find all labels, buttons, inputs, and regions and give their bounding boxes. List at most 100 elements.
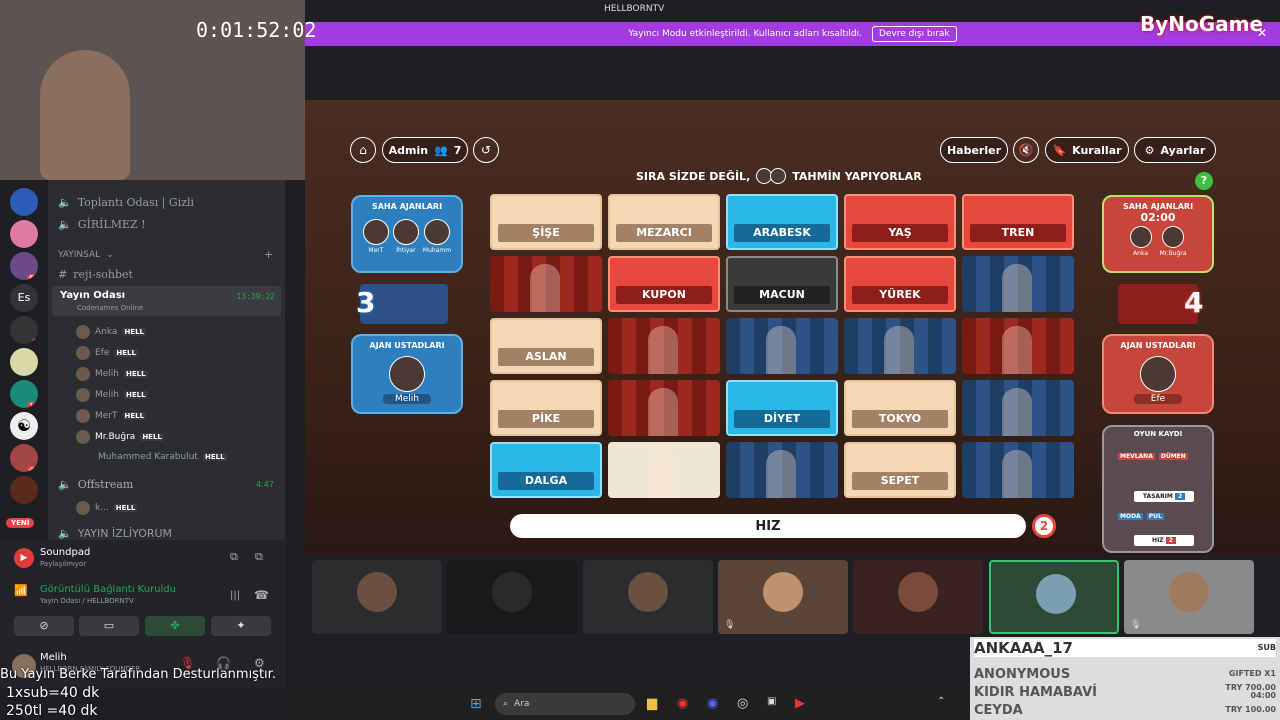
word-card[interactable] bbox=[962, 318, 1074, 374]
active-voice-channel[interactable]: Yayın Odası Codenames Online 13:39:22 bbox=[52, 286, 281, 316]
word-card[interactable]: MACUN bbox=[726, 256, 838, 312]
new-badge[interactable]: YENİ bbox=[6, 518, 35, 528]
card-word: KUPON bbox=[616, 286, 712, 304]
game-log-panel[interactable]: OYUN KAYDI MEVLANA DÜMEN TASARIM 2 MODA PU… bbox=[1102, 425, 1214, 553]
word-card[interactable] bbox=[608, 442, 720, 498]
word-card[interactable] bbox=[962, 380, 1074, 436]
voice-user[interactable]: Melih HELL bbox=[76, 367, 148, 381]
close-icon[interactable]: ✕ bbox=[1257, 26, 1267, 40]
word-card[interactable]: PİKE bbox=[490, 380, 602, 436]
participant-video[interactable]: 🎙 bbox=[718, 560, 848, 634]
word-card[interactable]: TOKYO bbox=[844, 380, 956, 436]
word-card[interactable] bbox=[726, 442, 838, 498]
chrome-icon[interactable]: ◉ bbox=[677, 696, 688, 711]
category-header[interactable]: YAYINSAL ⌄ bbox=[58, 250, 114, 260]
windows-start-icon[interactable]: ⊞ bbox=[470, 696, 482, 712]
users-icon: 👥 bbox=[434, 143, 448, 157]
word-board: ŞİŞE MEZARCI ARABESK YAŞ TREN KUPON MACUN YÜREK… bbox=[490, 194, 1080, 504]
word-card[interactable]: ASLAN bbox=[490, 318, 602, 374]
news-button[interactable]: Haberler bbox=[940, 137, 1008, 163]
sound-off-icon[interactable]: 🔇 bbox=[1013, 137, 1039, 163]
add-channel-icon[interactable]: + bbox=[264, 248, 273, 261]
voice-channel[interactable]: 🔈 Offstream bbox=[58, 478, 133, 491]
steam-icon[interactable]: ◎ bbox=[737, 696, 748, 711]
word-card[interactable] bbox=[608, 380, 720, 436]
server-icon[interactable]: 66 bbox=[10, 252, 38, 280]
admin-button[interactable]: Admin 👥 7 bbox=[382, 137, 468, 163]
server-icon[interactable] bbox=[10, 476, 38, 504]
home-icon[interactable]: ⌂ bbox=[350, 137, 376, 163]
word-card[interactable]: SEPET bbox=[844, 442, 956, 498]
category-label: YAYINSAL bbox=[58, 250, 101, 260]
screen-share-icon[interactable]: ⧉ bbox=[230, 550, 238, 564]
word-card[interactable]: KUPON bbox=[608, 256, 720, 312]
sub-name: ANKAAA_17 bbox=[974, 639, 1073, 657]
word-card[interactable]: MEZARCI bbox=[608, 194, 720, 250]
server-icon[interactable] bbox=[10, 220, 38, 248]
voice-user[interactable]: Efe HELL bbox=[76, 346, 138, 360]
chevron-up-icon[interactable]: ⌃ bbox=[937, 696, 945, 707]
voice-channel[interactable]: 🔈 GİRİLMEZ ! bbox=[58, 218, 146, 231]
rules-button[interactable]: 🔖 Kurallar bbox=[1045, 137, 1129, 163]
popout-icon[interactable]: ⧉ bbox=[255, 550, 263, 564]
word-card[interactable] bbox=[844, 318, 956, 374]
activity-button[interactable]: ✤ bbox=[145, 616, 205, 636]
word-card[interactable]: ARABESK bbox=[726, 194, 838, 250]
epic-icon[interactable]: ▣ bbox=[767, 696, 776, 707]
connection-title[interactable]: Görüntülü Bağlantı Kuruldu bbox=[40, 584, 176, 595]
folder-icon[interactable]: ▆ bbox=[647, 696, 657, 711]
word-card[interactable]: YÜREK bbox=[844, 256, 956, 312]
voice-user[interactable]: Anka HELL bbox=[76, 325, 146, 339]
disconnect-icon[interactable]: ☎ bbox=[254, 588, 269, 602]
youtube-icon[interactable]: ▶ bbox=[795, 696, 805, 711]
sub-name: KIDIR HAMABAVİ bbox=[974, 684, 1097, 700]
participant-video[interactable] bbox=[312, 560, 442, 634]
word-card[interactable] bbox=[962, 256, 1074, 312]
user-name: Melih bbox=[95, 369, 120, 379]
server-icon[interactable] bbox=[10, 188, 38, 216]
screen-share-button[interactable]: ▭ bbox=[79, 616, 139, 636]
server-icon[interactable]: 47 bbox=[10, 444, 38, 472]
voice-channel[interactable]: 🔈 Toplantı Odası | Gizli bbox=[58, 196, 194, 209]
word-card[interactable] bbox=[490, 256, 602, 312]
text-channel[interactable]: # reji-sohbet bbox=[58, 268, 133, 281]
participant-video[interactable] bbox=[853, 560, 983, 634]
server-icon[interactable]: 11 bbox=[10, 380, 38, 408]
participant-video[interactable] bbox=[447, 560, 577, 634]
yin-yang-icon[interactable]: ☯ bbox=[10, 412, 38, 440]
word-card[interactable]: ŞİŞE bbox=[490, 194, 602, 250]
noise-icon[interactable]: ||| bbox=[230, 590, 240, 601]
word-card[interactable]: DİYET bbox=[726, 380, 838, 436]
settings-button[interactable]: ⚙ Ayarlar bbox=[1134, 137, 1216, 163]
server-icon[interactable] bbox=[10, 348, 38, 376]
participant-video[interactable] bbox=[583, 560, 713, 634]
overlay-line: 1xsub=40 dk bbox=[6, 685, 100, 701]
player: Anka bbox=[1129, 226, 1152, 257]
player-count: 7 bbox=[453, 143, 462, 157]
voice-user[interactable]: Mr.Buğra HELL bbox=[76, 430, 164, 444]
word-card[interactable]: DALGA bbox=[490, 442, 602, 498]
voice-user[interactable]: MerT HELL bbox=[76, 409, 147, 423]
word-card[interactable]: YAŞ bbox=[844, 194, 956, 250]
word-card[interactable]: TREN bbox=[962, 194, 1074, 250]
voice-user[interactable]: Muhammed Karabulut HELL bbox=[98, 452, 227, 462]
word-card[interactable] bbox=[608, 318, 720, 374]
participant-video[interactable] bbox=[989, 560, 1119, 634]
word-card[interactable] bbox=[962, 442, 1074, 498]
user-name: MerT bbox=[95, 411, 118, 421]
server-icon[interactable]: 7 bbox=[10, 316, 38, 344]
word-card[interactable] bbox=[726, 318, 838, 374]
disable-button[interactable]: Devre dışı bırak bbox=[871, 26, 957, 42]
participant-video[interactable]: 🎙 bbox=[1124, 560, 1254, 634]
discord-icon[interactable]: ◉ bbox=[707, 696, 718, 711]
participant-face bbox=[898, 572, 938, 612]
soundboard-button[interactable]: ✦ bbox=[211, 616, 271, 636]
taskbar-search[interactable]: ⌕ Ara bbox=[495, 693, 635, 715]
voice-user[interactable]: Melih HELL bbox=[76, 388, 148, 402]
undo-icon[interactable]: ↺ bbox=[473, 137, 499, 163]
voice-channel[interactable]: 🔈 YAYIN İZLİYORUM bbox=[58, 527, 172, 540]
help-icon[interactable]: ? bbox=[1195, 172, 1213, 190]
voice-user[interactable]: k... HELL bbox=[76, 501, 138, 515]
camera-off-button[interactable]: ⊘ bbox=[14, 616, 74, 636]
server-icon[interactable]: Es bbox=[10, 284, 38, 312]
